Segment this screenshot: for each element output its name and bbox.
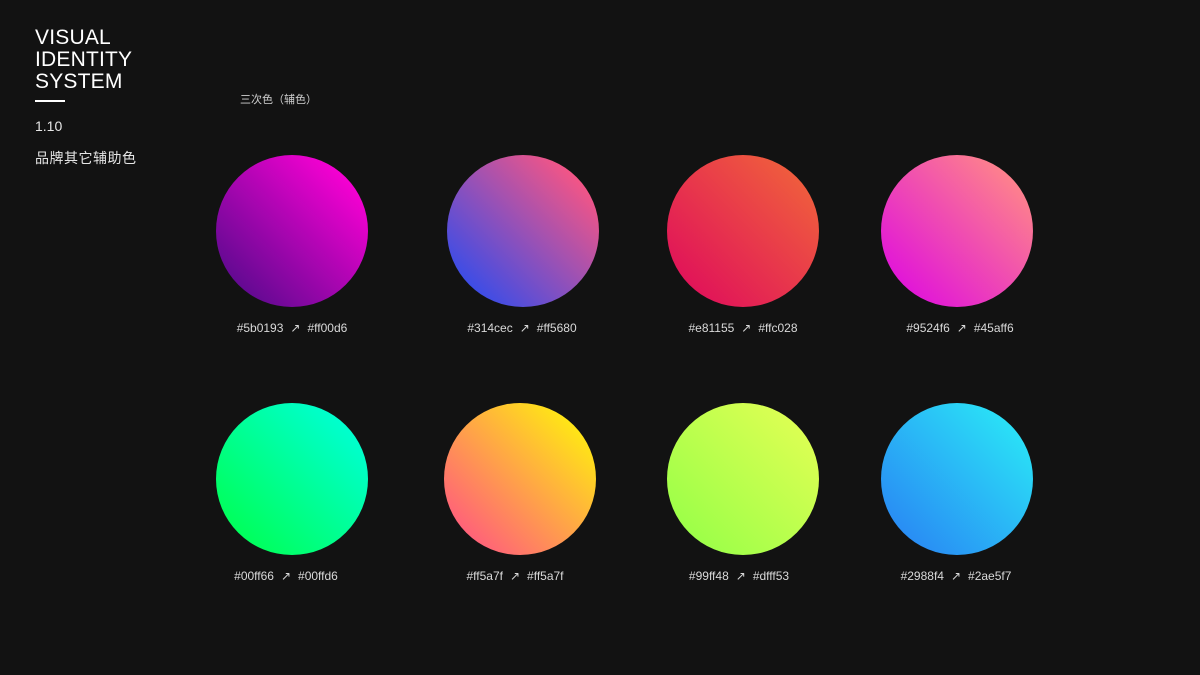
color-swatch-5 [216,403,368,555]
swatch-from-hex: #99ff48 [688,569,729,583]
swatch-from-hex: #e81155 [688,321,735,335]
swatch-from-hex: #9524f6 [906,321,950,335]
arrow-icon: ↗ [290,321,301,335]
arrow-icon: ↗ [735,569,746,583]
swatch-from-hex: #00ff66 [234,569,274,583]
brand-title-line-3: SYSTEM [35,70,123,93]
color-swatch-4 [881,155,1033,307]
palette-heading: 三次色（辅色） [240,94,317,106]
arrow-icon: ↗ [280,569,292,583]
swatch-label-5: #00ff66 ↗ #00ffd6 [186,569,386,583]
swatch-to-hex: #2ae5f7 [968,569,1012,583]
swatch-from-hex: #314cec [467,321,513,335]
swatch-to-hex: #dfff53 [752,569,790,583]
swatch-to-hex: #ff5680 [536,321,577,335]
arrow-icon: ↗ [956,321,967,335]
arrow-icon: ↗ [950,569,962,583]
brand-title-line-2: IDENTITY [35,48,133,71]
swatch-from-hex: #2988f4 [900,569,944,583]
arrow-icon: ↗ [741,321,752,335]
section-name: 品牌其它辅助色 [35,150,137,166]
color-swatch-8 [881,403,1033,555]
swatch-label-8: #2988f4 ↗ #2ae5f7 [856,569,1056,583]
brand-title: VISUAL IDENTITY SYSTEM [35,27,132,93]
swatch-label-7: #99ff48 ↗ #dfff53 [639,569,839,583]
color-swatch-3 [667,155,819,307]
swatch-to-hex: #ff00d6 [307,321,348,335]
swatch-label-3: #e81155 ↗ #ffc028 [643,321,843,335]
color-swatch-7 [667,403,819,555]
swatch-to-hex: #00ffd6 [298,569,338,583]
color-swatch-1 [216,155,368,307]
swatch-label-4: #9524f6 ↗ #45aff6 [860,321,1060,335]
section-number: 1.10 [35,118,63,134]
swatch-label-1: #5b0193 ↗ #ff00d6 [192,321,392,335]
swatch-label-2: #314cec ↗ #ff5680 [422,321,622,335]
swatch-to-hex: #45aff6 [973,321,1014,335]
swatch-to-hex: #ff5a7f [527,569,564,583]
swatch-from-hex: #ff5a7f [466,569,503,583]
swatch-to-hex: #ffc028 [758,321,798,335]
brand-title-line-1: VISUAL [35,26,111,49]
title-divider [35,100,65,102]
arrow-icon: ↗ [519,321,530,335]
color-swatch-2 [447,155,599,307]
color-swatch-6 [444,403,596,555]
swatch-label-6: #ff5a7f ↗ #ff5a7f [415,569,615,583]
swatch-from-hex: #5b0193 [236,321,284,335]
arrow-icon: ↗ [509,569,521,583]
